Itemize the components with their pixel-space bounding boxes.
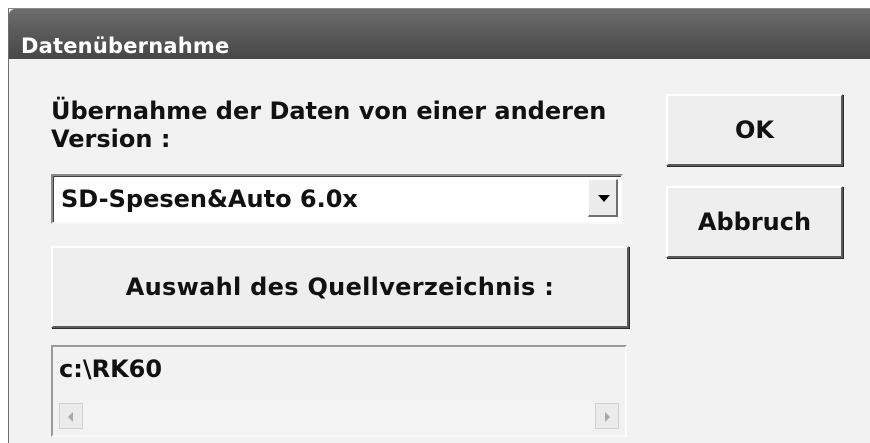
dropdown-button[interactable] — [588, 179, 618, 217]
scroll-left-button[interactable] — [59, 403, 83, 429]
window-title: Datenübernahme — [21, 34, 230, 58]
arrow-right-icon — [605, 412, 610, 422]
version-select-value: SD-Spesen&Auto 6.0x — [61, 185, 358, 213]
scroll-right-button[interactable] — [595, 403, 619, 429]
select-source-folder-button[interactable]: Auswahl des Quellverzeichnis : — [51, 246, 629, 328]
arrow-left-icon — [68, 412, 73, 422]
title-bar[interactable]: Datenübernahme — [9, 9, 870, 59]
ok-button[interactable]: OK — [666, 94, 843, 166]
import-dialog: Datenübernahme Übernahme der Daten von e… — [8, 8, 870, 443]
prompt-label: Übernahme der Daten von einer anderen Ve… — [51, 97, 607, 153]
chevron-down-icon — [598, 195, 610, 202]
version-select[interactable]: SD-Spesen&Auto 6.0x — [51, 174, 623, 224]
source-path-value: c:\RK60 — [59, 355, 163, 383]
horizontal-scrollbar[interactable] — [59, 403, 619, 429]
source-path-field[interactable]: c:\RK60 — [51, 345, 627, 437]
cancel-button[interactable]: Abbruch — [666, 186, 843, 258]
